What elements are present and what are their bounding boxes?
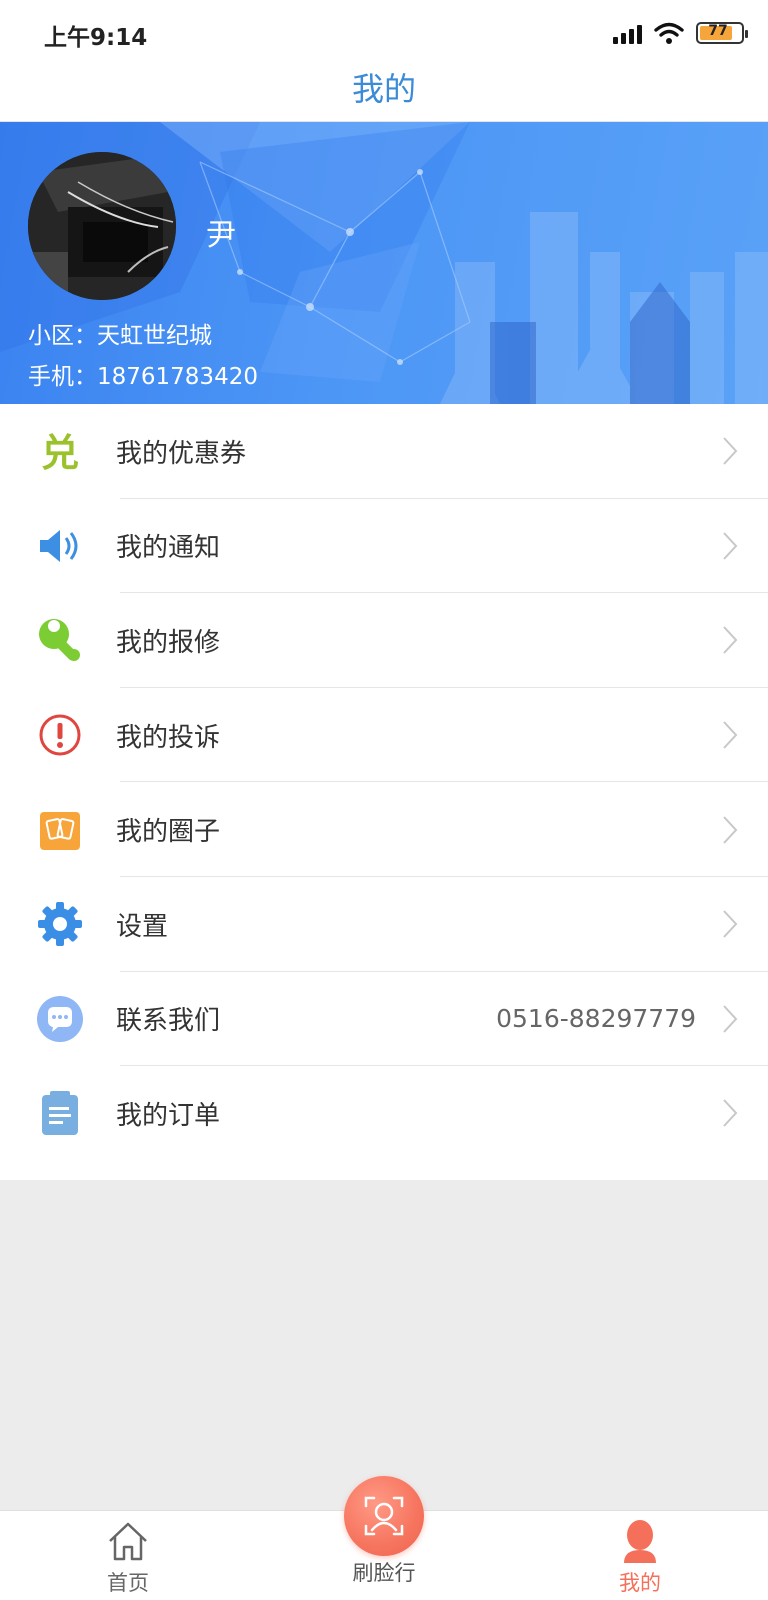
menu-label: 设置	[116, 911, 169, 942]
tab-mine[interactable]: 我的	[512, 1511, 768, 1600]
chevron-right-icon	[723, 721, 738, 749]
svg-text:兑: 兑	[41, 431, 79, 475]
menu-list: 兑 我的优惠券 我的通知 我的报修 我的投诉 我的圈子 设置 联系我们 0516…	[0, 404, 768, 1180]
status-bar: 上午9:14 77	[0, 0, 768, 64]
home-icon	[109, 1522, 147, 1561]
chevron-right-icon	[723, 626, 738, 655]
user-name: 尹	[206, 218, 236, 253]
speaker-icon	[40, 529, 78, 562]
menu-label: 我的投诉	[116, 722, 221, 753]
clipboard-icon	[42, 1091, 78, 1136]
menu-label: 我的通知	[116, 533, 221, 564]
menu-label: 我的圈子	[116, 817, 221, 848]
wrench-icon	[39, 619, 80, 662]
chevron-right-icon	[723, 815, 738, 844]
chevron-right-icon	[723, 1099, 738, 1128]
battery-icon: 77	[696, 22, 748, 44]
menu-label: 我的优惠券	[116, 438, 247, 469]
gear-icon	[38, 902, 82, 947]
menu-item-notifications[interactable]: 我的通知	[0, 499, 768, 594]
chevron-right-icon	[723, 910, 738, 938]
coupon-icon: 兑	[41, 431, 79, 475]
tab-home[interactable]: 首页	[0, 1511, 256, 1600]
menu-item-coupons[interactable]: 兑 我的优惠券	[0, 404, 768, 499]
avatar-image	[28, 152, 176, 300]
face-scan-icon	[364, 1496, 404, 1536]
cards-icon	[40, 811, 80, 850]
signal-bars-icon	[613, 22, 642, 44]
chat-bubble-icon	[37, 995, 83, 1042]
menu-item-orders[interactable]: 我的订单	[0, 1066, 768, 1161]
face-scan-button[interactable]	[344, 1476, 424, 1556]
battery-level: 77	[708, 23, 728, 39]
menu-label: 我的订单	[116, 1100, 221, 1131]
tab-label: 我的	[619, 1571, 661, 1595]
avatar[interactable]	[28, 152, 176, 300]
status-time: 上午9:14	[44, 25, 148, 51]
profile-banner[interactable]: 尹 小区：天虹世纪城 手机：18761783420	[0, 122, 768, 404]
chevron-right-icon	[723, 532, 738, 560]
menu-item-contact[interactable]: 联系我们 0516-88297779	[0, 972, 768, 1067]
chevron-right-icon	[723, 437, 738, 465]
contact-phone-value[interactable]: 0516-88297779	[496, 1004, 696, 1033]
page-title: 我的	[351, 70, 416, 108]
menu-item-circle[interactable]: 我的圈子	[0, 782, 768, 877]
menu-item-complaints[interactable]: 我的投诉	[0, 688, 768, 783]
menu-item-repairs[interactable]: 我的报修	[0, 593, 768, 688]
menu-label: 我的报修	[116, 627, 221, 658]
chevron-right-icon	[723, 1005, 738, 1033]
tab-label: 首页	[107, 1571, 149, 1595]
menu-label: 联系我们	[116, 1006, 221, 1037]
warning-icon	[39, 714, 81, 756]
community-text: 小区：天虹世纪城	[28, 323, 212, 349]
wifi-icon	[654, 22, 684, 44]
nav-bar: 我的	[0, 64, 768, 122]
menu-item-settings[interactable]: 设置	[0, 877, 768, 972]
user-icon	[624, 1520, 656, 1563]
phone-text: 手机：18761783420	[28, 364, 258, 390]
status-icons: 77	[613, 20, 748, 46]
face-scan-label[interactable]: 刷脸行	[256, 1557, 512, 1587]
